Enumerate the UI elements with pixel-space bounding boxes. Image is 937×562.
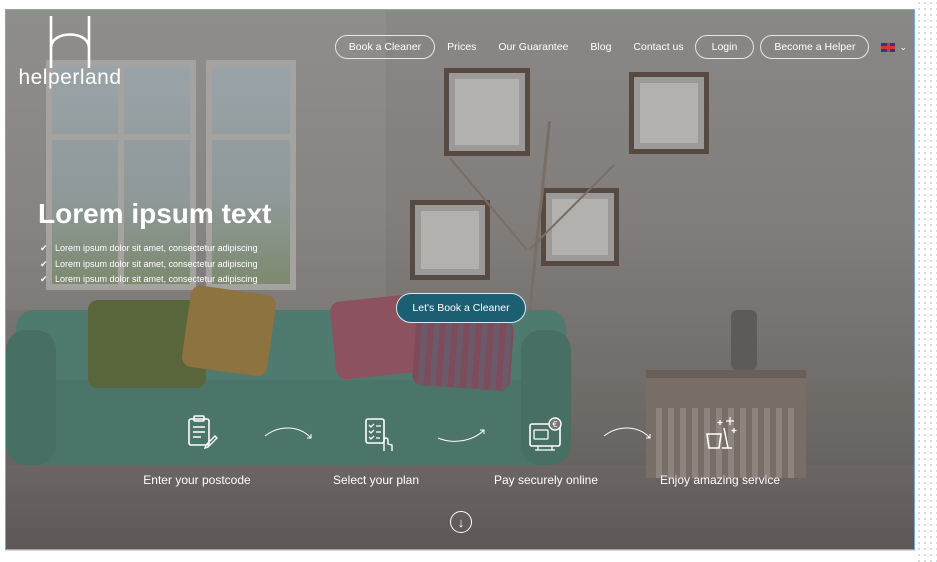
- clipboard-pencil-icon: [188, 415, 218, 450]
- list-item: ✔ Lorem ipsum dolor sit amet, consectetu…: [40, 257, 258, 273]
- picture-frame: [444, 68, 530, 156]
- sofa-seat: [16, 380, 566, 465]
- book-cleaner-cta-button[interactable]: Let's Book a Cleaner: [396, 293, 526, 323]
- bucket-sparkle-icon: [706, 417, 737, 449]
- check-icon: ✔: [40, 274, 48, 284]
- bullet-text: Lorem ipsum dolor sit amet, consectetur …: [55, 258, 258, 269]
- brand-logo[interactable]: helperland: [14, 16, 126, 90]
- nav-contact-link[interactable]: Contact us: [622, 41, 694, 53]
- step-label: Select your plan: [332, 473, 420, 487]
- bullet-text: Lorem ipsum dolor sit amet, consectetur …: [55, 243, 258, 253]
- sofa-arm: [6, 330, 56, 465]
- main-nav: Book a Cleaner Prices Our Guarantee Blog…: [334, 35, 907, 59]
- check-icon: ✔: [40, 258, 48, 269]
- pillow: [411, 314, 515, 392]
- hero-section: helperland Book a Cleaner Prices Our Gua…: [5, 9, 915, 550]
- language-selector[interactable]: ⌄: [881, 42, 907, 53]
- svg-text:€: €: [552, 420, 557, 429]
- check-icon: ✔: [40, 243, 48, 253]
- chevron-down-icon: ⌄: [899, 41, 907, 52]
- curved-arrow-icon: [264, 427, 312, 439]
- pillow: [180, 284, 278, 378]
- step-label: Enjoy amazing service: [659, 473, 781, 487]
- nav-guarantee-link[interactable]: Our Guarantee: [487, 41, 579, 53]
- curved-arrow-icon: [437, 429, 485, 442]
- brand-name: helperland: [18, 66, 122, 89]
- scroll-down-button[interactable]: ↓: [450, 511, 472, 533]
- checklist-hand-icon: [365, 418, 393, 451]
- card-payment-icon: €: [529, 417, 562, 451]
- logo-mark-icon: [49, 16, 91, 68]
- page-background: [916, 0, 937, 562]
- hero-bullet-list: ✔ Lorem ipsum dolor sit amet, consectetu…: [40, 241, 258, 288]
- picture-frame: [629, 72, 709, 154]
- divider: [5, 550, 915, 551]
- list-item: ✔ Lorem ipsum dolor sit amet, consectetu…: [40, 272, 258, 288]
- curved-arrow-icon: [603, 427, 651, 439]
- step-label: Enter your postcode: [143, 473, 251, 487]
- uk-flag-icon: [881, 42, 896, 52]
- nav-login-button[interactable]: Login: [694, 35, 755, 59]
- picture-frame: [410, 200, 490, 280]
- step-label: Pay securely online: [493, 473, 599, 487]
- nav-blog-link[interactable]: Blog: [579, 41, 622, 53]
- vase: [731, 310, 757, 370]
- arrow-down-icon: ↓: [457, 514, 465, 530]
- nav-become-helper-button[interactable]: Become a Helper: [760, 35, 870, 59]
- bullet-text: Lorem ipsum dolor sit amet, consectetur …: [55, 274, 258, 284]
- hero-headline: Lorem ipsum text: [38, 198, 272, 229]
- nav-book-cleaner-button[interactable]: Book a Cleaner: [334, 35, 436, 59]
- nav-prices-link[interactable]: Prices: [435, 41, 487, 53]
- list-item: ✔ Lorem ipsum dolor sit amet, consectetu…: [40, 241, 258, 257]
